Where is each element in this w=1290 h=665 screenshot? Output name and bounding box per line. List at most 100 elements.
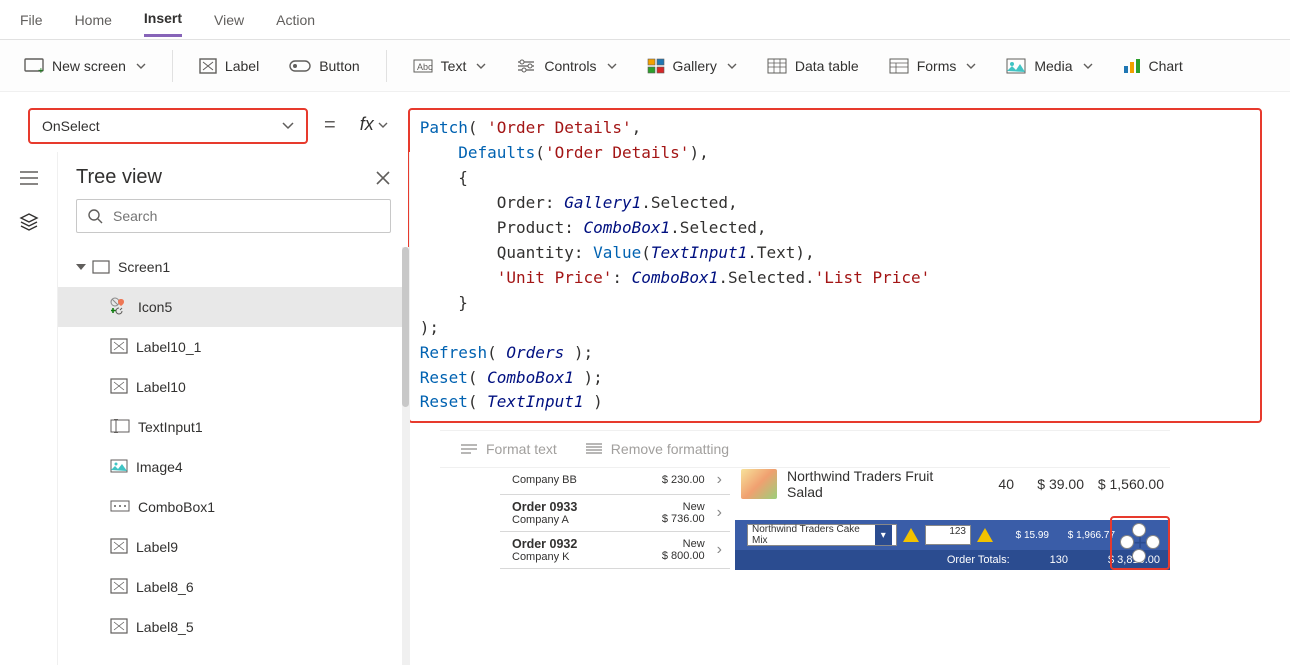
menu-action[interactable]: Action (276, 4, 315, 36)
tree-item-label: Label9 (136, 539, 178, 555)
plus-icon: + (1134, 530, 1147, 556)
menu-view[interactable]: View (214, 4, 244, 36)
detail-qty: 40 (974, 476, 1014, 492)
fx-button[interactable]: fx (352, 114, 396, 135)
gallery-button[interactable]: Gallery (637, 52, 747, 80)
format-text-icon (460, 442, 478, 456)
text-button[interactable]: Abc Text (403, 52, 497, 80)
product-image (741, 469, 777, 499)
tree-item-label8_5[interactable]: Label8_5 (58, 607, 409, 647)
controls-button[interactable]: Controls (506, 52, 626, 80)
tree-item-icon5[interactable]: Icon5 (58, 287, 409, 327)
order-id: Order 0932 (512, 537, 577, 551)
property-selector[interactable]: OnSelect (28, 108, 308, 144)
icon-add-icon (110, 297, 130, 318)
chevron-down-icon (476, 61, 486, 71)
product-combobox[interactable]: Northwind Traders Cake Mix ▾ (747, 524, 897, 546)
data-table-icon (767, 58, 787, 74)
formula-editor[interactable]: Patch( 'Order Details', Defaults('Order … (408, 108, 1262, 423)
svg-text:Abc: Abc (417, 62, 433, 72)
combo-value: Northwind Traders Cake Mix (752, 524, 875, 546)
scrollbar-thumb[interactable] (402, 247, 409, 407)
quantity-input[interactable]: 123 (925, 525, 971, 545)
add-icon-selection[interactable]: + (1110, 516, 1170, 570)
detail-row: Northwind Traders Fruit Salad 40 $ 39.00… (735, 466, 1170, 502)
data-table-label: Data table (795, 58, 859, 74)
layers-icon[interactable] (19, 212, 39, 232)
fx-label: fx (360, 114, 374, 135)
left-rail (0, 152, 58, 665)
format-text-button[interactable]: Format text (460, 441, 557, 457)
tree-item-label: Label8_5 (136, 619, 194, 635)
tree-item-label9[interactable]: Label9 (58, 527, 409, 567)
order-amount: $ 230.00 (662, 474, 705, 486)
tree-pane: Tree view Screen1 Icon5 Label10_1 Label10 T… (58, 152, 410, 665)
search-icon (87, 208, 103, 224)
tree-item-label10_1[interactable]: Label10_1 (58, 327, 409, 367)
menu-home[interactable]: Home (75, 4, 112, 36)
forms-icon (889, 58, 909, 74)
tree-item-textinput1[interactable]: TextInput1 (58, 407, 409, 447)
order-status: New (662, 538, 705, 550)
chevron-down-icon (1083, 61, 1093, 71)
order-row[interactable]: Order 0933Company A New$ 736.00› (500, 495, 730, 532)
forms-button[interactable]: Forms (879, 52, 987, 80)
search-input[interactable] (113, 208, 380, 224)
tree-item-image4[interactable]: Image4 (58, 447, 409, 487)
ribbon: + New screen Label Button Abc Text Contr… (0, 40, 1290, 92)
remove-formatting-button[interactable]: Remove formatting (585, 441, 729, 457)
hamburger-icon[interactable] (19, 170, 39, 186)
chevron-down-icon: ▾ (875, 525, 892, 545)
media-label: Media (1034, 58, 1072, 74)
tree-item-label10[interactable]: Label10 (58, 367, 409, 407)
label-button[interactable]: Label (189, 52, 269, 80)
chevron-down-icon (727, 61, 737, 71)
tree-title: Tree view (76, 166, 162, 189)
new-screen-label: New screen (52, 58, 126, 74)
search-box[interactable] (76, 199, 391, 233)
label-icon (199, 58, 217, 74)
menu-insert[interactable]: Insert (144, 2, 182, 37)
chart-icon (1123, 58, 1141, 74)
tree-item-label: ComboBox1 (138, 499, 215, 515)
totals-row: Order Totals: 130 $ 3,810.00 (735, 550, 1170, 570)
media-button[interactable]: Media (996, 52, 1102, 80)
data-table-button[interactable]: Data table (757, 52, 869, 80)
order-amount: $ 736.00 (662, 513, 705, 525)
order-company: Company K (512, 551, 577, 563)
scrollbar[interactable] (402, 247, 409, 665)
chevron-down-icon (136, 61, 146, 71)
close-icon[interactable] (375, 170, 391, 186)
chevron-right-icon: › (717, 504, 722, 522)
chevron-down-icon (378, 120, 388, 130)
chart-button[interactable]: Chart (1113, 52, 1193, 80)
edit-row: Northwind Traders Cake Mix ▾ 123 $ 15.99… (735, 520, 1170, 550)
separator (172, 50, 173, 82)
tree-item-combobox1[interactable]: ComboBox1 (58, 487, 409, 527)
label-icon (110, 618, 128, 637)
tree-item-label: Label10_1 (136, 339, 201, 355)
button-button[interactable]: Button (279, 52, 369, 80)
new-screen-button[interactable]: + New screen (14, 52, 156, 80)
expand-icon[interactable] (76, 264, 86, 270)
screen-icon (92, 260, 110, 274)
equals-sign: = (320, 114, 340, 137)
warning-icon (903, 528, 919, 542)
menu-file[interactable]: File (20, 4, 43, 36)
tree-item-label8_6[interactable]: Label8_6 (58, 567, 409, 607)
label-label: Label (225, 58, 259, 74)
order-amount: $ 800.00 (662, 550, 705, 562)
left-panel: Tree view Screen1 Icon5 Label10_1 Label10 T… (0, 152, 410, 665)
menubar: File Home Insert View Action (0, 0, 1290, 40)
tree-item-label: Label10 (136, 379, 186, 395)
order-row[interactable]: Company BB $ 230.00› (500, 466, 730, 495)
control-handles-icon: + (1120, 523, 1160, 563)
order-row[interactable]: Order 0932Company K New$ 800.00› (500, 532, 730, 569)
tree-list[interactable]: Screen1 Icon5 Label10_1 Label10 TextInput1I… (58, 247, 409, 665)
label-icon (110, 538, 128, 557)
forms-label: Forms (917, 58, 957, 74)
label-icon (110, 578, 128, 597)
remove-formatting-icon (585, 442, 603, 456)
text-label: Text (441, 58, 467, 74)
tree-root[interactable]: Screen1 (58, 247, 409, 287)
